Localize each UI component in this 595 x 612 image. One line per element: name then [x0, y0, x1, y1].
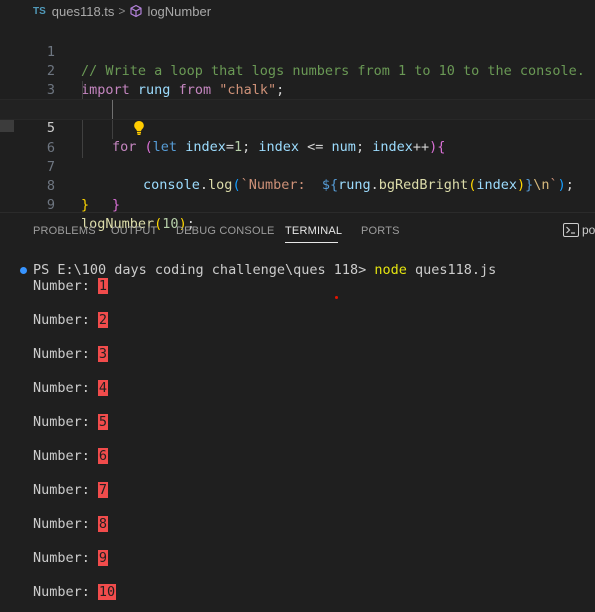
panel-tab-bar: PROBLEMS OUTPUT DEBUG CONSOLE TERMINAL P…	[0, 213, 595, 248]
lightbulb-icon[interactable]	[84, 101, 144, 135]
output-label: Number:	[33, 278, 90, 294]
breadcrumb: TS ques118.ts > logNumber	[0, 0, 595, 22]
output-label: Number:	[33, 550, 90, 566]
breadcrumb-separator: >	[118, 4, 126, 18]
symbol-method-icon	[129, 4, 143, 18]
output-label: Number:	[33, 414, 90, 430]
terminal-output-line: Number: 3	[33, 345, 109, 363]
terminal-powershell-icon	[563, 223, 579, 237]
terminal-output-line: Number: 1	[33, 277, 109, 295]
terminal-shell-selector[interactable]: po	[563, 223, 595, 237]
terminal-output-line: Number: 9	[33, 549, 109, 567]
breadcrumb-symbol[interactable]: logNumber	[147, 4, 211, 19]
indent-guide	[82, 120, 83, 139]
indent-guide	[82, 139, 83, 158]
terminal-output-line: Number: 4	[33, 379, 109, 397]
output-label: Number:	[33, 482, 90, 498]
code-line-9[interactable]: 9 logNumber(10);	[0, 177, 595, 232]
output-value: 5	[97, 414, 109, 430]
terminal-output-line: Number: 10	[33, 583, 117, 601]
code-line-8[interactable]: 8 }	[0, 158, 595, 213]
active-tab-indicator	[285, 242, 338, 243]
command-decoration-icon[interactable]	[20, 266, 27, 274]
terminal-output-line: Number: 8	[33, 515, 109, 533]
tab-problems[interactable]: PROBLEMS	[33, 225, 96, 237]
output-label: Number:	[33, 312, 90, 328]
command-args: ques118.js	[406, 262, 497, 278]
code-line-3[interactable]: 3 function logNumber(num:number){	[0, 62, 595, 117]
output-value: 8	[97, 516, 109, 532]
output-value: 3	[97, 346, 109, 362]
command-name: node	[374, 262, 407, 278]
cursor-marker	[335, 296, 338, 299]
code-line-7[interactable]: 7 }	[0, 139, 595, 213]
output-value: 4	[97, 380, 109, 396]
terminal-output-line: Number: 5	[33, 413, 109, 431]
terminal[interactable]: PS E:\100 days coding challenge\ques 118…	[0, 248, 595, 612]
token: }	[81, 197, 90, 213]
prompt-path: PS E:\100 days coding challenge\ques 118…	[33, 262, 375, 278]
tab-ports[interactable]: PORTS	[361, 225, 400, 237]
typescript-file-icon: TS	[33, 5, 46, 17]
output-value: 1	[97, 278, 109, 294]
output-value: 6	[97, 448, 109, 464]
code-editor[interactable]: 1 // Write a loop that logs numbers from…	[0, 22, 595, 232]
output-value: 10	[97, 584, 117, 600]
tab-terminal[interactable]: TERMINAL	[285, 225, 342, 237]
tab-output[interactable]: OUTPUT	[111, 225, 157, 237]
output-value: 7	[97, 482, 109, 498]
code-line-1[interactable]: 1 // Write a loop that logs numbers from…	[0, 24, 595, 79]
indent-guide	[112, 100, 113, 119]
terminal-output-line: Number: 2	[33, 311, 109, 329]
shell-label: po	[582, 223, 595, 237]
terminal-output-line: Number: 7	[33, 481, 109, 499]
code-line-5[interactable]: 5 console.log(`Number: ${rung.bgRedBrigh…	[0, 99, 595, 193]
code-line-4[interactable]: 4 for (let index=1; index <= num; index+…	[0, 81, 595, 155]
code-line-6[interactable]: 6	[0, 120, 595, 156]
output-label: Number:	[33, 516, 90, 532]
tab-debug-console[interactable]: DEBUG CONSOLE	[176, 225, 275, 237]
breadcrumb-file[interactable]: ques118.ts	[52, 4, 115, 19]
token: }	[112, 197, 121, 213]
indent-guide	[112, 120, 113, 139]
output-label: Number:	[33, 380, 90, 396]
output-label: Number:	[33, 584, 90, 600]
code-line-2[interactable]: 2 import rung from "chalk";	[0, 43, 595, 98]
output-value: 2	[97, 312, 109, 328]
output-value: 9	[97, 550, 109, 566]
output-label: Number:	[33, 448, 90, 464]
indent-guide	[82, 81, 83, 100]
output-label: Number:	[33, 346, 90, 362]
terminal-output-line: Number: 6	[33, 447, 109, 465]
